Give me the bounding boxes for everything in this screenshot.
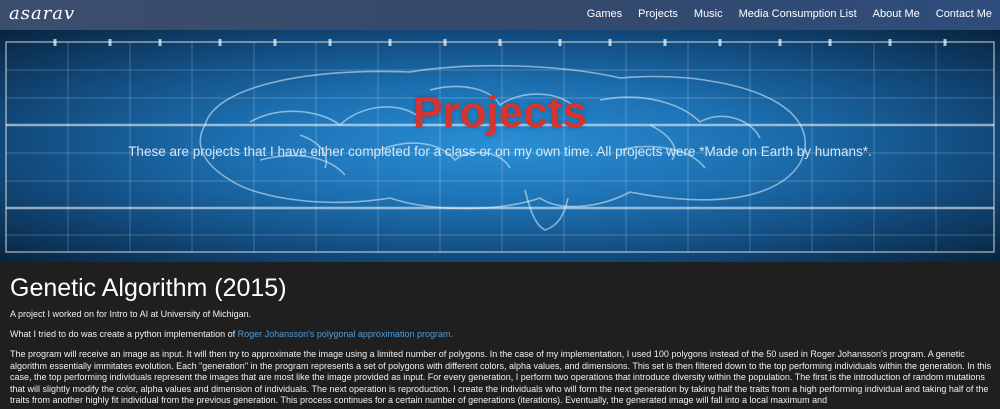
page-subtitle: These are projects that I have either co… [128,144,872,159]
nav-link-media-consumption-list[interactable]: Media Consumption List [731,0,865,30]
nav-link-projects[interactable]: Projects [630,0,686,30]
project-title: Genetic Algorithm (2015) [10,274,287,302]
project-intro: A project I worked on for Intro to AI at… [10,309,252,319]
site-brand[interactable]: asarav [9,3,75,24]
nav-link-games[interactable]: Games [587,0,630,30]
page-title: Projects [413,88,587,137]
project-description: The program will receive an image as inp… [10,349,992,406]
project-goal-text: What I tried to do was create a python i… [10,329,238,339]
nav-link-music[interactable]: Music [686,0,731,30]
nav-link-about-me[interactable]: About Me [865,0,928,30]
nav-link-contact-me[interactable]: Contact Me [928,0,1000,30]
polygonal-approximation-link[interactable]: Roger Johansson's polygonal approximatio… [238,329,453,339]
navbar: asarav Games Projects Music Media Consum… [0,0,1000,30]
hero-banner: Projects These are projects that I have … [0,30,1000,262]
project-goal: What I tried to do was create a python i… [10,329,995,341]
nav-links: Games Projects Music Media Consumption L… [587,0,1000,30]
